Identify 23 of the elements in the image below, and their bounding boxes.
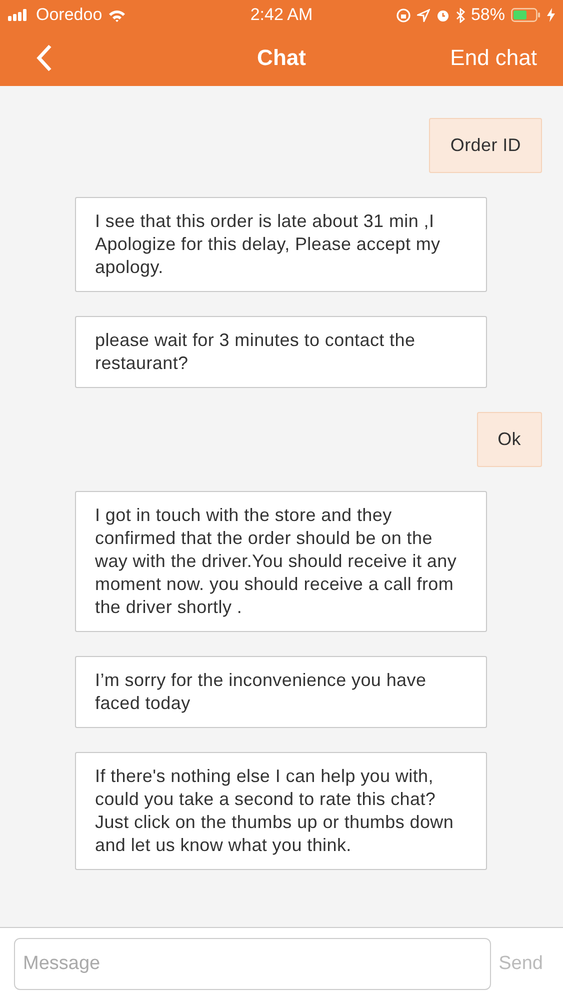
message-field[interactable]: Message <box>14 938 491 990</box>
received-message: please wait for 3 minutes to contact the restaurant? <box>75 316 487 388</box>
screen-title: Chat <box>257 45 306 71</box>
rotation-lock-icon <box>396 8 411 22</box>
bluetooth-icon <box>456 8 465 22</box>
end-chat-button[interactable]: End chat <box>450 45 537 71</box>
alarm-icon <box>436 8 450 22</box>
back-button[interactable] <box>36 44 52 72</box>
received-message: If there's nothing else I can help you with, could you take a second to rate this chat? Just click on the thumbs up or thumbs down and let us know what you think. <box>75 752 487 870</box>
send-button[interactable]: Send <box>498 953 549 975</box>
back-chevron-icon <box>36 44 52 72</box>
location-icon <box>416 8 430 22</box>
clock-time: 2:42 AM <box>250 5 313 25</box>
wifi-icon <box>108 8 126 22</box>
sent-message: Ok <box>476 412 542 467</box>
received-message: I see that this order is late about 31 min ,I Apologize for this delay, Please accept my apology. <box>75 197 487 292</box>
battery-percent: 58% <box>470 5 505 25</box>
carrier-name: Ooredoo <box>36 5 102 25</box>
received-message: I got in touch with the store and they confirmed that the order should be on the way with the driver.You should receive it any moment now. you should receive a call from the driver shortly . <box>75 491 487 632</box>
received-message: I’m sorry for the inconvenience you have faced today <box>75 656 487 728</box>
battery-icon <box>511 8 541 22</box>
charging-icon <box>547 8 555 22</box>
sent-message: Order ID <box>429 118 542 173</box>
